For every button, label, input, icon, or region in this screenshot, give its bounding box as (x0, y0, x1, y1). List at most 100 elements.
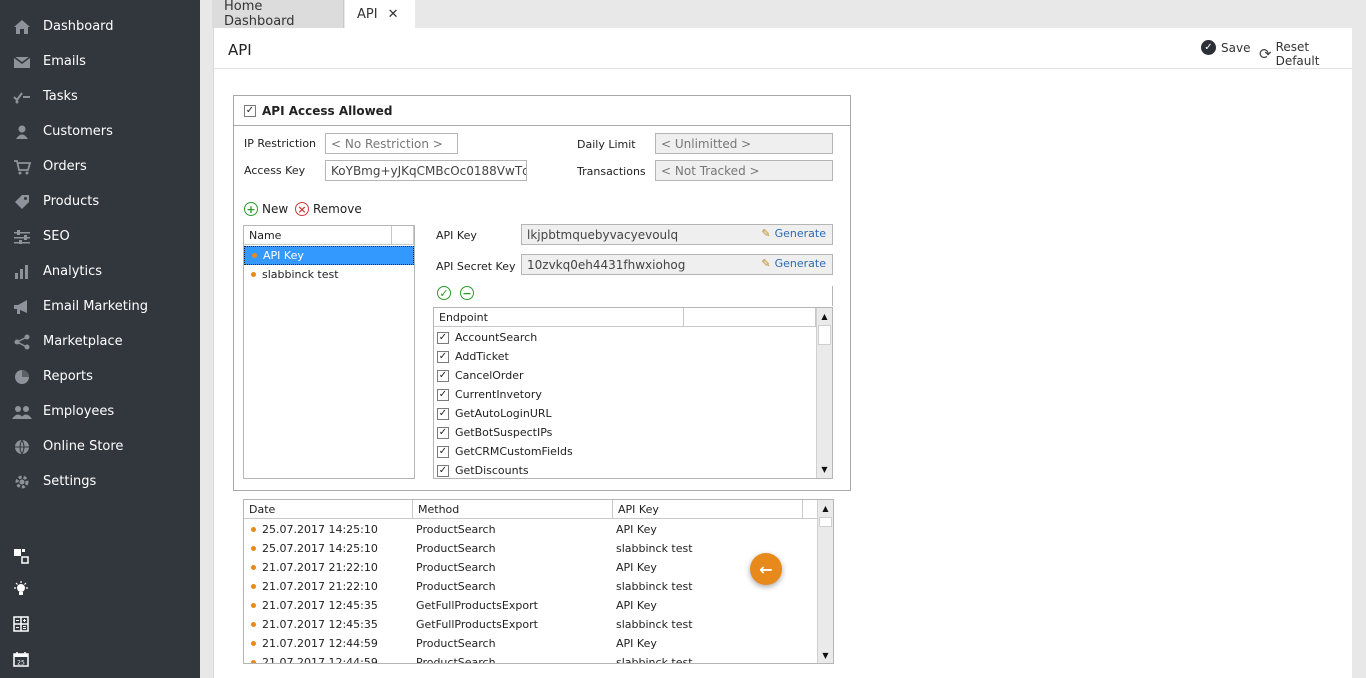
list-item[interactable]: ✓ CurrentInvetory (434, 385, 542, 404)
list-item[interactable]: ✓ AddTicket (434, 347, 509, 366)
cart-icon (12, 158, 32, 176)
list-item[interactable]: ✓ GetAutoLoginURL (434, 404, 552, 423)
transactions-field[interactable]: < Not Tracked > (655, 160, 833, 181)
status-dot-icon (250, 603, 256, 608)
sidebar-item-tasks[interactable]: Tasks (0, 79, 200, 114)
sidebar-item-online-store[interactable]: Online Store (0, 429, 200, 464)
remove-key-button[interactable]: × Remove (295, 202, 362, 216)
date-column-header[interactable]: Date (244, 500, 413, 519)
home-icon (12, 18, 32, 36)
list-item[interactable]: ✓ GetBotSuspectIPs (434, 423, 552, 442)
table-row[interactable]: 21.07.2017 21:22:10 ProductSearch slabbinc… (244, 577, 817, 596)
calendar-icon[interactable]: 25 (12, 650, 30, 668)
endpoint-checkbox[interactable]: ✓ (437, 426, 449, 439)
sidebar-item-dashboard[interactable]: Dashboard (0, 9, 200, 44)
uncheck-all-icon[interactable]: − (460, 286, 474, 300)
magic-wand-icon: ✎ (761, 227, 771, 240)
sidebar-item-analytics[interactable]: Analytics (0, 254, 200, 289)
endpoint-checkbox[interactable]: ✓ (437, 407, 449, 420)
ip-restriction-label: IP Restriction (244, 137, 317, 150)
sidebar-item-email-marketing[interactable]: Email Marketing (0, 289, 200, 324)
share-icon (12, 333, 32, 351)
scroll-down-icon[interactable]: ▼ (818, 647, 833, 663)
column-header-spacer (803, 500, 818, 519)
tasks-icon (12, 88, 32, 106)
sidebar-item-employees[interactable]: Employees (0, 394, 200, 429)
api-key-list: Name API Key slabbinck test (243, 225, 415, 479)
scroll-thumb[interactable] (819, 517, 832, 527)
access-key-field[interactable]: KoYBmg+yJKqCMBcOc0188VwTq (325, 160, 527, 181)
api-access-checkbox[interactable]: ✓ (244, 104, 256, 117)
sidebar-item-marketplace[interactable]: Marketplace (0, 324, 200, 359)
plus-circle-icon: + (244, 202, 258, 216)
status-dot-icon (251, 253, 257, 258)
sidebar-item-settings[interactable]: Settings (0, 464, 200, 499)
close-icon[interactable]: ✕ (388, 7, 399, 22)
scroll-thumb[interactable] (818, 325, 831, 345)
column-header-spacer (684, 308, 816, 327)
endpoint-checkbox[interactable]: ✓ (437, 445, 449, 458)
endpoint-scrollbar[interactable]: ▲ ▼ (816, 308, 832, 478)
back-arrow-button[interactable]: ← (750, 553, 782, 585)
api-key-field[interactable]: lkjpbtmquebyvacyevoulq ✎ Generate (521, 224, 833, 245)
table-row[interactable]: 21.07.2017 12:45:35 GetFullProductsExport… (244, 615, 817, 634)
endpoint-column-header[interactable]: Endpoint (434, 308, 684, 327)
sidebar-item-orders[interactable]: Orders (0, 149, 200, 184)
lightbulb-icon[interactable] (12, 580, 30, 598)
calculator-icon[interactable] (12, 615, 30, 633)
api-key-column-header[interactable]: API Key (613, 500, 803, 519)
arrow-left-icon: ← (759, 559, 773, 579)
endpoint-checkbox[interactable]: ✓ (437, 369, 449, 382)
save-button[interactable]: ✓ Save (1201, 40, 1250, 55)
scroll-up-icon[interactable]: ▲ (817, 308, 832, 324)
log-scrollbar[interactable]: ▲ ▼ (817, 500, 833, 663)
table-row[interactable]: 25.07.2017 14:25:10 ProductSearch slabbinc… (244, 539, 817, 558)
endpoint-checkbox[interactable]: ✓ (437, 388, 449, 401)
layout-icon[interactable] (12, 547, 30, 565)
sidebar-item-seo[interactable]: SEO (0, 219, 200, 254)
endpoint-checkbox[interactable]: ✓ (437, 350, 449, 363)
table-row[interactable]: 21.07.2017 12:44:59 ProductSearch API Key (244, 634, 817, 653)
list-item[interactable]: API Key (244, 246, 414, 265)
page-title: API (228, 41, 252, 59)
envelope-icon (12, 53, 32, 71)
scroll-up-icon[interactable]: ▲ (818, 500, 833, 516)
table-row[interactable]: 21.07.2017 12:44:59 ProductSearch slabbinc… (244, 653, 817, 663)
sidebar-item-reports[interactable]: Reports (0, 359, 200, 394)
api-secret-label: API Secret Key (436, 260, 516, 273)
status-dot-icon (250, 272, 256, 277)
sidebar-item-customers[interactable]: Customers (0, 114, 200, 149)
table-row[interactable]: 21.07.2017 21:22:10 ProductSearch API Key (244, 558, 817, 577)
daily-limit-label: Daily Limit (577, 138, 636, 151)
tab-home-dashboard[interactable]: Home Dashboard (212, 0, 344, 29)
list-item[interactable]: slabbinck test (244, 265, 414, 284)
sidebar: Dashboard Emails Tasks Customers Orders … (0, 0, 200, 678)
endpoint-checkbox[interactable]: ✓ (437, 331, 449, 344)
list-item[interactable]: ✓ GetDiscounts (434, 461, 529, 478)
reset-default-button[interactable]: ⟳ Reset Default (1259, 40, 1352, 68)
sidebar-item-emails[interactable]: Emails (0, 44, 200, 79)
table-row[interactable]: 21.07.2017 12:45:35 GetFullProductsExport… (244, 596, 817, 615)
endpoint-checkbox[interactable]: ✓ (437, 464, 449, 477)
status-dot-icon (250, 584, 256, 589)
name-column-header[interactable]: Name (244, 226, 392, 245)
method-column-header[interactable]: Method (413, 500, 613, 519)
table-row[interactable]: 25.07.2017 14:25:10 ProductSearch API Key (244, 520, 817, 539)
daily-limit-field[interactable]: < Unlimitted > (655, 133, 833, 154)
check-all-icon[interactable]: ✓ (437, 286, 451, 300)
api-secret-field[interactable]: 10zvkq0eh4431fhwxiohog ✎ Generate (521, 254, 833, 275)
generate-secret-button[interactable]: ✎ Generate (761, 257, 826, 270)
new-key-button[interactable]: + New (244, 202, 288, 216)
ip-restriction-field[interactable]: < No Restriction > (325, 133, 458, 154)
transactions-label: Transactions (577, 165, 646, 178)
scroll-down-icon[interactable]: ▼ (817, 461, 832, 477)
sliders-icon (12, 228, 32, 246)
list-item[interactable]: ✓ AccountSearch (434, 328, 537, 347)
main-content: API ✓ Save ⟳ Reset Default ✓ API Access … (213, 28, 1353, 678)
generate-api-key-button[interactable]: ✎ Generate (761, 227, 826, 240)
tab-api[interactable]: API ✕ (345, 0, 415, 28)
refresh-icon: ⟳ (1259, 45, 1272, 63)
list-item[interactable]: ✓ CancelOrder (434, 366, 524, 385)
sidebar-item-products[interactable]: Products (0, 184, 200, 219)
list-item[interactable]: ✓ GetCRMCustomFields (434, 442, 573, 461)
